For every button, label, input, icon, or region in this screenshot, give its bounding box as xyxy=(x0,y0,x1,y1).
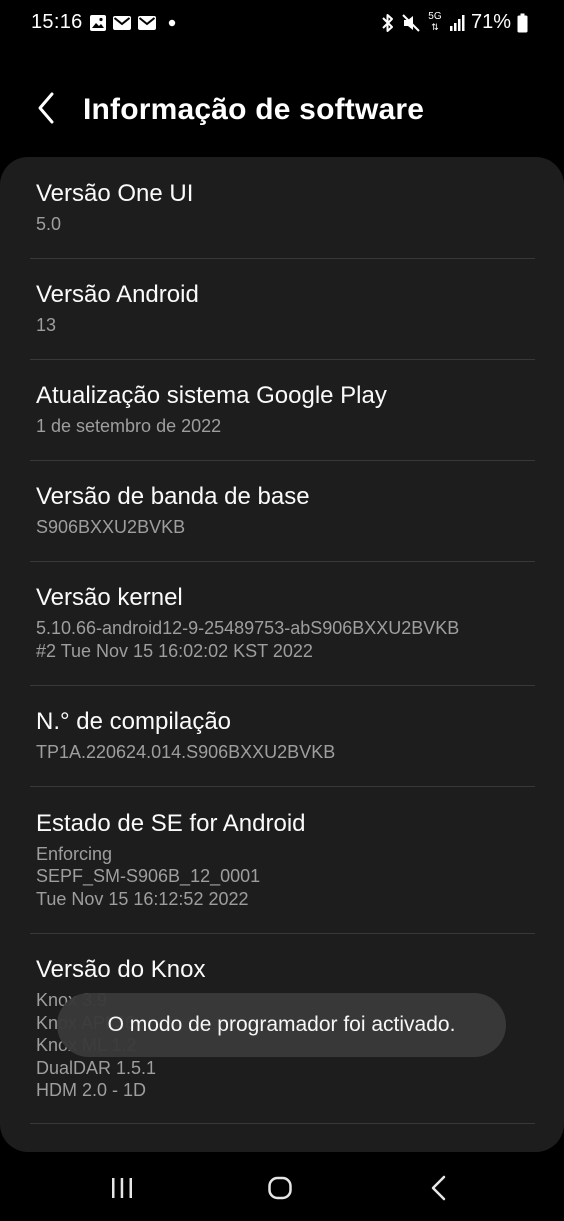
bluetooth-icon xyxy=(382,13,393,32)
system-status-icons: 5G ⇅ 71% xyxy=(381,11,528,34)
navigation-bar xyxy=(0,1152,564,1221)
item-value: 1 de setembro de 2022 xyxy=(36,416,222,436)
item-title: Estado de SE for Android xyxy=(36,810,306,837)
list-item-android[interactable]: Versão Android 13 xyxy=(0,259,564,360)
item-title: Versão Android xyxy=(36,281,199,308)
item-title: Versão do Knox xyxy=(36,956,206,983)
notification-icons xyxy=(89,14,178,32)
recent-apps-button[interactable] xyxy=(92,1170,152,1206)
battery-percent: 71% xyxy=(470,11,511,33)
dot-icon xyxy=(168,19,176,27)
network-5g-icon: 5G ⇅ xyxy=(428,11,442,33)
toast-text: O modo de programador foi activado. xyxy=(107,1013,456,1036)
home-icon xyxy=(268,1176,292,1200)
status-time: 15:16 xyxy=(31,11,83,33)
item-value: Tue Nov 15 16:12:52 2022 xyxy=(36,889,249,909)
item-value: 5.0 xyxy=(36,214,62,234)
item-value: Enforcing xyxy=(36,844,113,864)
list-item-se-android[interactable]: Estado de SE for Android Enforcing SEPF_… xyxy=(0,787,564,933)
signal-icon xyxy=(449,14,465,31)
item-title: Versão de banda de base xyxy=(36,483,310,510)
item-value: 13 xyxy=(36,315,57,335)
nav-back-button[interactable] xyxy=(408,1170,468,1206)
recent-apps-icon xyxy=(112,1178,132,1198)
battery-icon xyxy=(517,13,528,32)
status-bar: 15:16 5G ⇅ 71% xyxy=(0,0,564,50)
image-icon xyxy=(90,15,106,31)
list-item-baseband[interactable]: Versão de banda de base S906BXXU2BVKB xyxy=(0,461,564,562)
list-item-google-play[interactable]: Atualização sistema Google Play 1 de set… xyxy=(0,360,564,461)
item-value: HDM 2.0 - 1D xyxy=(36,1080,147,1100)
item-value: S906BXXU2BVKB xyxy=(36,517,186,537)
mute-icon xyxy=(402,13,420,32)
item-title: Atualização sistema Google Play xyxy=(36,382,387,409)
item-value: DualDAR 1.5.1 xyxy=(36,1058,157,1078)
back-icon xyxy=(431,1175,446,1201)
divider xyxy=(30,1123,535,1124)
item-value: 5.10.66-android12-9-25489753-abS906BXXU2… xyxy=(36,618,460,638)
back-button[interactable] xyxy=(30,88,62,128)
mail-icon xyxy=(138,16,156,30)
item-title: Versão kernel xyxy=(36,584,183,611)
toast-message: O modo de programador foi activado. xyxy=(57,993,506,1057)
item-title: N.° de compilação xyxy=(36,708,232,735)
item-value: SEPF_SM-S906B_12_0001 xyxy=(36,866,261,886)
app-bar: Informação de software xyxy=(0,62,564,152)
list-item-one-ui[interactable]: Versão One UI 5.0 xyxy=(0,157,564,258)
list-item-build-number[interactable]: N.° de compilação TP1A.220624.014.S906BX… xyxy=(0,686,564,787)
item-value: #2 Tue Nov 15 16:02:02 KST 2022 xyxy=(36,641,313,661)
mail-icon xyxy=(113,16,131,30)
network-label: 5G xyxy=(428,11,442,22)
item-title: Versão One UI xyxy=(36,180,194,207)
chevron-left-icon xyxy=(38,92,54,124)
item-value: TP1A.220624.014.S906BXXU2BVKB xyxy=(36,742,336,762)
list-item-kernel[interactable]: Versão kernel 5.10.66-android12-9-254897… xyxy=(0,562,564,685)
home-button[interactable] xyxy=(250,1170,310,1206)
page-title: Informação de software xyxy=(83,93,425,126)
